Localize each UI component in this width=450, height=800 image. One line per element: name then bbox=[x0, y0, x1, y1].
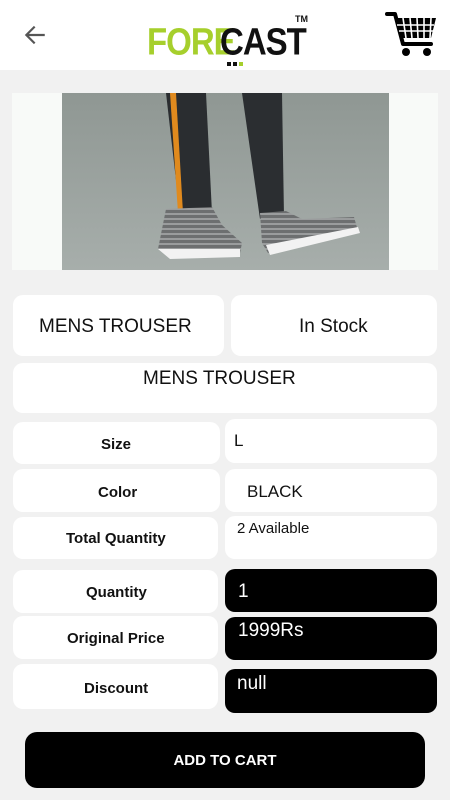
arrow-left-icon bbox=[24, 25, 45, 45]
product-image bbox=[12, 93, 438, 270]
quantity-value: 1 bbox=[238, 581, 249, 602]
product-description: MENS TROUSER bbox=[143, 368, 296, 389]
product-name-card: MENS TROUSER bbox=[13, 295, 224, 356]
spec-label-card: Size bbox=[13, 422, 220, 464]
back-button[interactable] bbox=[18, 18, 52, 52]
logo-text-cast: CAST bbox=[220, 20, 307, 63]
brand-logo: FORE CAST TM bbox=[147, 10, 308, 66]
discount-label: Discount bbox=[84, 680, 149, 697]
product-name: MENS TROUSER bbox=[39, 316, 192, 337]
cart-button[interactable] bbox=[385, 10, 439, 60]
product-description-card: MENS TROUSER bbox=[13, 363, 437, 413]
stock-status-card: In Stock bbox=[231, 295, 437, 356]
original-price-value: 1999Rs bbox=[238, 620, 304, 641]
product-photo bbox=[62, 93, 389, 270]
spec-value-card: BLACK bbox=[225, 469, 437, 512]
original-price-label: Original Price bbox=[67, 630, 165, 647]
logo-trademark: TM bbox=[295, 14, 308, 24]
spec-value-color: BLACK bbox=[247, 482, 303, 501]
order-label-card: Quantity bbox=[13, 570, 218, 613]
spec-label-size: Size bbox=[101, 436, 132, 453]
spec-label-color: Color bbox=[98, 484, 138, 501]
app-header: FORE CAST TM bbox=[0, 0, 450, 70]
discount-field[interactable]: null bbox=[225, 669, 437, 713]
spec-label-card: Color bbox=[13, 469, 220, 512]
spec-value-total-quantity: 2 Available bbox=[237, 520, 310, 537]
discount-value: null bbox=[237, 673, 267, 694]
spec-value-size: L bbox=[234, 431, 244, 450]
add-to-cart-button[interactable]: ADD TO CART bbox=[25, 732, 425, 788]
spec-value-card: L bbox=[225, 419, 437, 463]
quantity-label: Quantity bbox=[86, 584, 147, 601]
order-label-card: Discount bbox=[13, 664, 218, 709]
spec-value-card: 2 Available bbox=[225, 516, 437, 559]
stock-status: In Stock bbox=[299, 316, 368, 337]
spec-label-card: Total Quantity bbox=[13, 517, 218, 559]
original-price-field[interactable]: 1999Rs bbox=[225, 617, 437, 660]
spec-label-total-quantity: Total Quantity bbox=[66, 530, 166, 547]
quantity-field[interactable]: 1 bbox=[225, 569, 437, 612]
shopping-cart-icon bbox=[385, 12, 436, 56]
logo-dots bbox=[227, 62, 243, 66]
order-label-card: Original Price bbox=[13, 616, 218, 659]
